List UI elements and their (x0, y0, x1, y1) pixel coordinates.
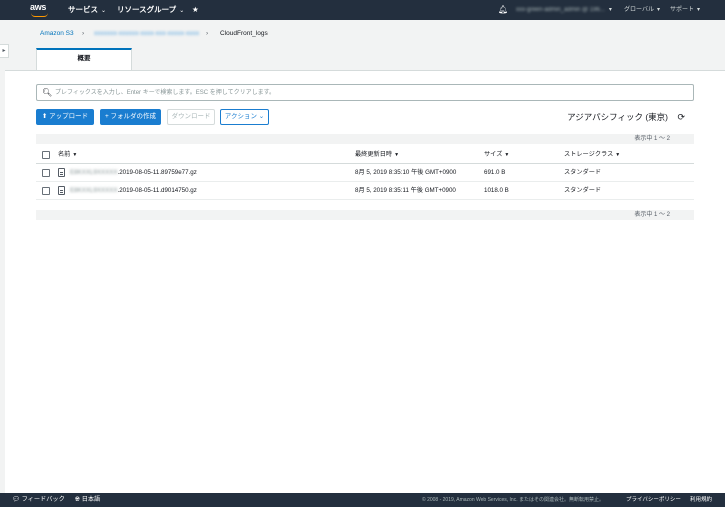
breadcrumb: Amazon S3 › xxxxxxx-xxxxxx-xxxx-xxx-xxxx… (0, 20, 725, 70)
last-modified: 8月 5, 2019 8:35:11 午後 GMT+0900 (355, 187, 456, 194)
sort-icon: ▼ (504, 152, 510, 158)
chevron-down-icon: ⌄ (101, 8, 107, 14)
sort-icon: ▼ (72, 152, 78, 158)
sort-icon: ▼ (394, 152, 400, 158)
actions-label: アクション (224, 113, 257, 120)
bell-icon[interactable]: 🔔︎ (498, 4, 508, 16)
chevron-down-icon: ▾ (608, 7, 612, 13)
sidebar-toggle-icon[interactable]: ▸ (0, 44, 9, 58)
aws-logo-text: aws (30, 2, 47, 12)
object-name-link[interactable]: E8KXXL9XXXXX.2019-08-05-11.d9014750.gz (70, 186, 197, 196)
language-selector[interactable]: 🌐︎ 日本語 (75, 494, 100, 506)
object-name-prefix: E8KXXL9XXXXX (70, 169, 118, 176)
upload-icon: ⬆︎ (41, 113, 48, 120)
column-header-size-label: サイズ (484, 151, 503, 158)
download-button[interactable]: ダウンロード (167, 109, 215, 125)
chevron-down-icon: ⌄ (258, 113, 265, 120)
create-folder-button[interactable]: + フォルダの作成 (100, 109, 161, 125)
row-checkbox[interactable] (42, 169, 50, 177)
column-header-modified-label: 最終更新日時 (355, 151, 393, 158)
object-size: 691.0 B (484, 169, 506, 176)
privacy-policy-link[interactable]: プライバシーポリシー (626, 494, 681, 506)
pagination-top: 表示中 1 ～ 2 (36, 134, 694, 144)
copyright-text: © 2008 - 2019, Amazon Web Services, Inc.… (422, 497, 604, 503)
breadcrumb-separator: › (206, 30, 209, 37)
last-modified: 8月 5, 2019 8:35:10 午後 GMT+0900 (355, 169, 457, 176)
breadcrumb-bucket[interactable]: xxxxxxx-xxxxxx-xxxx-xxx-xxxxx-xxxx (94, 29, 199, 39)
breadcrumb-root[interactable]: Amazon S3 (40, 29, 74, 39)
column-header-name-label: 名前 (58, 151, 71, 158)
table-row[interactable]: E8KXXL9XXXXX.2019-08-05-11.d9014750.gz 8… (36, 183, 694, 200)
breadcrumb-current: CloudFront_logs (220, 30, 268, 37)
storage-class: スタンダード (564, 169, 602, 176)
globe-icon: 🌐︎ (75, 496, 80, 503)
feedback-label: フィードバック (21, 496, 65, 503)
search-placeholder: プレフィックスを入力し、Enter キーで検索します。ESC を押してクリアしま… (55, 90, 275, 96)
region-label: アジアパシフィック (東京) (567, 112, 668, 122)
breadcrumb-separator: › (82, 30, 85, 37)
table-row[interactable]: E8KXXL9XXXXX.2019-08-05-11.89759e77.gz 8… (36, 165, 694, 182)
column-header-storage-label: ストレージクラス (564, 151, 614, 158)
services-menu[interactable]: サービス ⌄ (68, 4, 106, 17)
object-size: 1018.0 B (484, 187, 509, 194)
object-name: .2019-08-05-11.d9014750.gz (117, 187, 197, 194)
feedback-link[interactable]: 💬︎ フィードバック (12, 494, 65, 506)
chevron-down-icon: ▾ (656, 7, 660, 13)
refresh-icon[interactable]: ⟳ (677, 111, 685, 123)
aws-logo[interactable]: aws (30, 2, 50, 18)
chevron-down-icon: ⌄ (179, 8, 185, 14)
top-nav: aws サービス ⌄ リソースグループ ⌄ ★ 🔔︎ xxx-green-admin… (0, 0, 725, 20)
create-folder-label: フォルダの作成 (110, 113, 157, 120)
account-menu[interactable]: xxx-green-admin_admin @ 196... ▾ (516, 4, 612, 16)
resource-groups-menu[interactable]: リソースグループ ⌄ (117, 4, 184, 17)
object-name: .2019-08-05-11.89759e77.gz (117, 169, 197, 176)
main-panel: 🔍︎ プレフィックスを入力し、Enter キーで検索します。ESC を押してクリ… (5, 70, 725, 493)
actions-button[interactable]: アクション ⌄ (220, 109, 269, 125)
column-header-name[interactable]: 名前 ▼ (58, 150, 77, 160)
column-header-modified[interactable]: 最終更新日時 ▼ (355, 150, 399, 160)
search-icon: 🔍︎ (42, 88, 53, 97)
file-icon (58, 168, 65, 177)
column-header-storage-class[interactable]: ストレージクラス ▼ (564, 150, 620, 160)
services-label: サービス (68, 5, 98, 14)
terms-link[interactable]: 利用規約 (690, 494, 712, 506)
support-menu[interactable]: サポート ▾ (670, 4, 700, 16)
object-name-link[interactable]: E8KXXL9XXXXX.2019-08-05-11.89759e77.gz (70, 168, 197, 178)
region-menu-label: グローバル (624, 7, 654, 13)
row-checkbox[interactable] (42, 187, 50, 195)
plus-icon: + (104, 113, 109, 120)
sort-icon: ▼ (615, 152, 621, 158)
resource-groups-label: リソースグループ (117, 5, 177, 14)
language-label: 日本語 (81, 496, 101, 503)
select-all-checkbox[interactable] (42, 151, 50, 159)
support-label: サポート (670, 7, 695, 13)
table-header: 名前 ▼ 最終更新日時 ▼ サイズ ▼ ストレージクラス ▼ (36, 147, 694, 164)
object-name-prefix: E8KXXL9XXXXX (70, 187, 118, 194)
upload-button[interactable]: ⬆︎ アップロード (36, 109, 94, 125)
storage-class: スタンダード (564, 187, 602, 194)
region-menu[interactable]: グローバル ▾ (624, 4, 660, 16)
search-input[interactable]: 🔍︎ プレフィックスを入力し、Enter キーで検索します。ESC を押してクリ… (36, 84, 694, 101)
speech-bubble-icon: 💬︎ (12, 496, 20, 503)
upload-label: アップロード (49, 113, 89, 120)
pin-icon[interactable]: ★ (192, 4, 199, 16)
column-header-size[interactable]: サイズ ▼ (484, 150, 509, 160)
tab-overview[interactable]: 概要 (36, 48, 132, 70)
aws-smile-icon (31, 13, 48, 17)
account-name: xxx-green-admin_admin @ 196... (516, 7, 605, 13)
footer: 💬︎ フィードバック 🌐︎ 日本語 © 2008 - 2019, Amazon … (0, 493, 725, 507)
chevron-down-icon: ▾ (697, 7, 701, 13)
pagination-bottom: 表示中 1 ～ 2 (36, 210, 694, 220)
file-icon (58, 186, 65, 195)
